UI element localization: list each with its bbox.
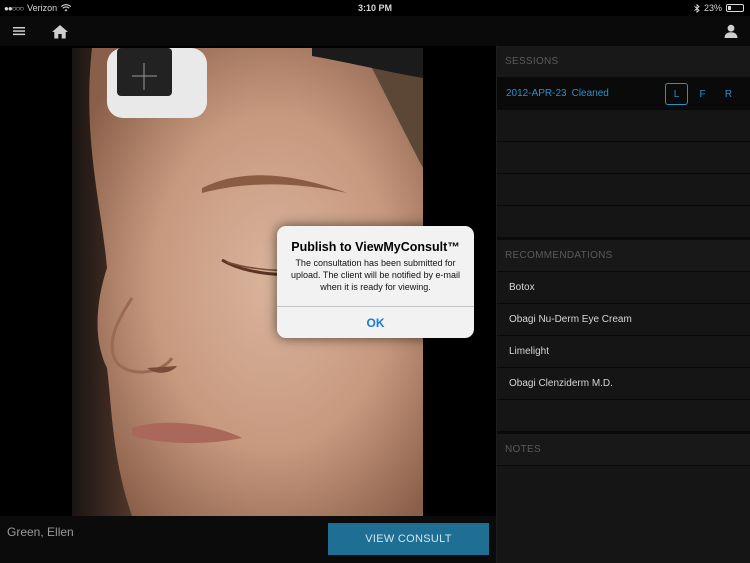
recommendation-item[interactable]: Obagi Clenziderm M.D. (497, 368, 750, 400)
nav-bar (0, 16, 750, 46)
empty-recommendation-row (497, 400, 750, 432)
empty-session-row (497, 142, 750, 174)
sessions-header: SESSIONS (497, 46, 750, 78)
battery-level (728, 6, 731, 10)
view-right-button[interactable]: R (717, 83, 740, 105)
client-name: Green, Ellen (7, 525, 74, 539)
bottom-bar: Green, Ellen VIEW CONSULT (0, 516, 496, 563)
bluetooth-icon (694, 3, 700, 13)
session-status: Cleaned (571, 88, 609, 99)
hamburger-menu-icon[interactable] (8, 16, 30, 46)
status-bar: ●●○○○ Verizon 3:10 PM 23% (0, 0, 750, 16)
view-selector: L F R (665, 83, 740, 105)
publish-alert-dialog: Publish to ViewMyConsult™ The consultati… (277, 226, 474, 338)
home-icon[interactable] (48, 16, 72, 46)
view-left-button[interactable]: L (665, 83, 688, 105)
view-consult-button[interactable]: VIEW CONSULT (328, 523, 489, 555)
right-panel: SESSIONS 2012-APR-23 Cleaned L F R RECOM… (496, 46, 750, 563)
user-icon[interactable] (720, 16, 742, 46)
battery-icon (726, 4, 744, 12)
status-time: 3:10 PM (357, 3, 392, 13)
alert-title: Publish to ViewMyConsult™ (291, 240, 460, 254)
recommendations-header: RECOMMENDATIONS (497, 240, 750, 272)
status-right: 23% (694, 3, 744, 13)
battery-percent: 23% (703, 3, 722, 13)
alert-message: The consultation has been submitted for … (291, 258, 460, 292)
alert-ok-button[interactable]: OK (277, 307, 474, 338)
notes-header: NOTES (497, 434, 750, 466)
recommendation-item[interactable]: Botox (497, 272, 750, 304)
view-front-button[interactable]: F (691, 83, 714, 105)
recommendation-item[interactable]: Limelight (497, 336, 750, 368)
empty-session-row (497, 174, 750, 206)
session-date: 2012-APR-23 (506, 88, 567, 99)
recommendation-item[interactable]: Obagi Nu-Derm Eye Cream (497, 304, 750, 336)
empty-session-row (497, 110, 750, 142)
empty-session-row (497, 206, 750, 238)
notes-area[interactable] (497, 466, 750, 563)
session-row[interactable]: 2012-APR-23 Cleaned L F R (497, 78, 750, 110)
